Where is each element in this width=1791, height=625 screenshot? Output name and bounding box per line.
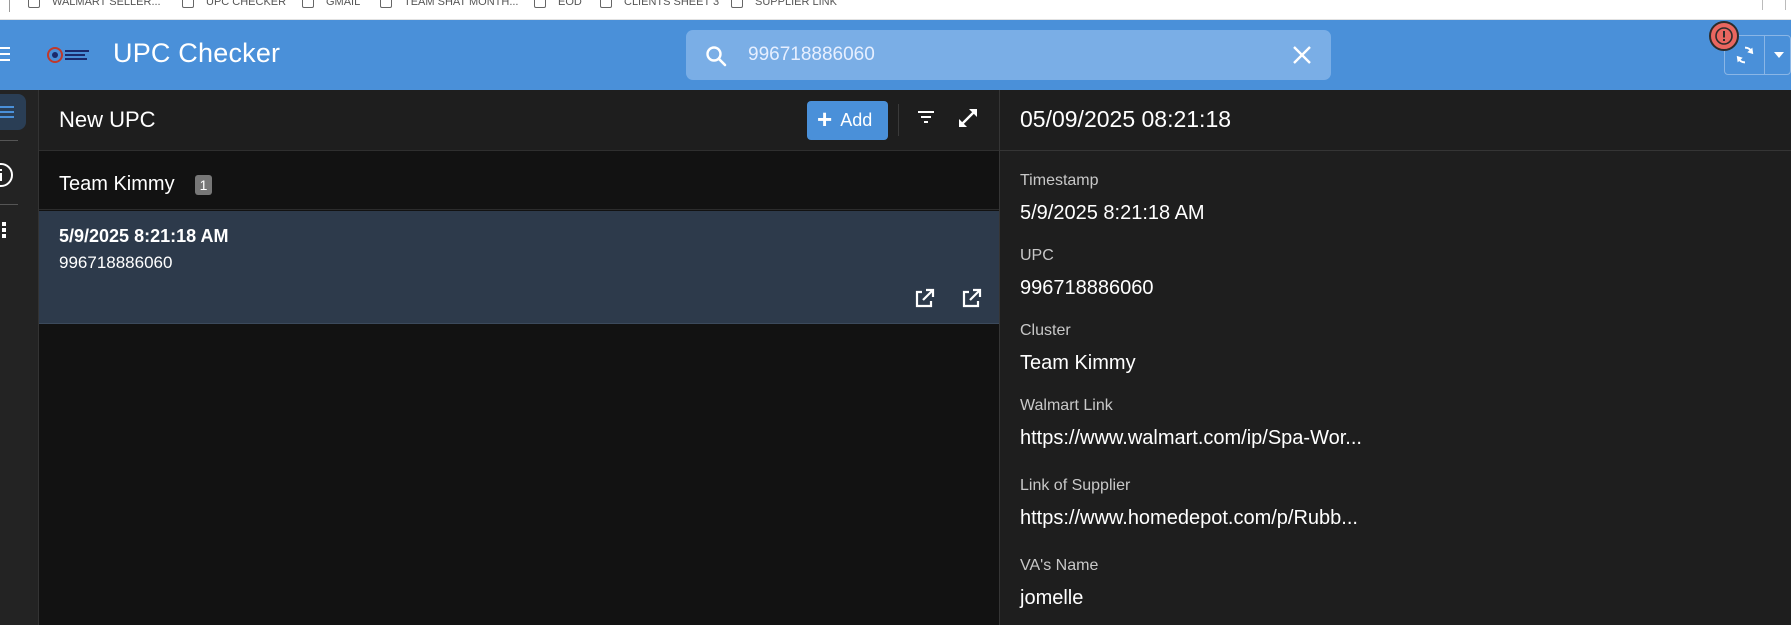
detail-panel: 05/09/2025 08:21:18 Timestamp 5/9/2025 8… <box>999 90 1791 625</box>
company-logo-icon <box>46 42 94 68</box>
nav-info[interactable] <box>0 162 14 193</box>
open-supplier-link-icon[interactable] <box>959 287 983 311</box>
bookmark-upc-checker[interactable]: UPC CHECKER <box>182 0 286 10</box>
bookmark-label: EOD <box>558 0 582 8</box>
field-label-supplier-link: Link of Supplier <box>1020 477 1131 494</box>
group-header[interactable]: Team Kimmy 1 <box>39 152 999 210</box>
bookmark-label: GMAIL <box>326 0 361 8</box>
nav-apps[interactable] <box>0 220 10 245</box>
folder-icon <box>302 0 314 8</box>
field-value-va-name: jomelle <box>1020 587 1084 609</box>
field-label-va-name: VA's Name <box>1020 557 1099 574</box>
alert-icon <box>1715 27 1733 45</box>
supplier-link[interactable]: https://www.homedepot.com/p/Rubb... <box>1020 507 1358 530</box>
list-toolbar: New UPC + Add <box>39 90 999 151</box>
bookmarks-edge <box>1762 0 1763 10</box>
walmart-link[interactable]: https://www.walmart.com/ip/Spa-Wor... <box>1020 427 1362 450</box>
bookmarks-bar: WALMART SELLER... UPC CHECKER GMAIL TEAM… <box>0 0 1791 20</box>
folder-icon <box>182 0 194 8</box>
field-label-timestamp: Timestamp <box>1020 172 1099 189</box>
grid-icon <box>2 222 6 238</box>
list-item-upc: 996718886060 <box>59 253 173 272</box>
bookmark-supplier-link[interactable]: SUPPLIER LINK <box>731 0 837 10</box>
detail-title: 05/09/2025 08:21:18 <box>1020 106 1232 132</box>
plus-icon: + <box>817 104 833 134</box>
list-item[interactable]: 5/9/2025 8:21:18 AM 996718886060 <box>39 211 999 324</box>
list-item-timestamp: 5/9/2025 8:21:18 AM <box>59 226 229 246</box>
bookmark-clients-sheet-3[interactable]: CLIENTS SHEET 3 <box>600 0 719 10</box>
nav-rail <box>0 90 39 625</box>
field-label-cluster: Cluster <box>1020 322 1071 339</box>
add-button[interactable]: + Add <box>807 101 888 140</box>
list-panel: New UPC + Add Team Kimmy 1 5/9/2025 8:21… <box>39 90 999 625</box>
app-header: UPC Checker <box>0 20 1791 90</box>
refresh-icon <box>1736 46 1754 64</box>
bookmark-team-shat-month[interactable]: TEAM SHAT MONTH... <box>380 0 519 10</box>
rail-divider <box>0 204 18 205</box>
field-label-walmart-link: Walmart Link <box>1020 397 1113 414</box>
field-label-upc: UPC <box>1020 247 1054 264</box>
hamburger-menu-icon[interactable] <box>0 47 10 63</box>
group-count-badge: 1 <box>195 175 212 195</box>
open-walmart-link-icon[interactable] <box>912 287 936 311</box>
nav-list-view[interactable] <box>0 94 26 130</box>
folder-icon <box>28 0 40 8</box>
search-input[interactable] <box>748 40 1248 70</box>
bookmark-label: WALMART SELLER... <box>52 0 161 8</box>
group-title: Team Kimmy <box>59 173 175 195</box>
search-bar <box>686 30 1331 80</box>
toolbar-divider <box>898 104 899 136</box>
list-title: New UPC <box>59 107 156 132</box>
bookmark-label: TEAM SHAT MONTH... <box>404 0 519 8</box>
folder-icon <box>600 0 612 8</box>
bookmarks-edge <box>1785 0 1786 10</box>
search-icon <box>706 46 727 67</box>
bookmark-eod[interactable]: EOD <box>534 0 582 10</box>
error-alert-badge[interactable] <box>1709 21 1739 51</box>
field-value-cluster: Team Kimmy <box>1020 352 1136 374</box>
rail-divider <box>0 140 18 141</box>
bookmark-label: CLIENTS SHEET 3 <box>624 0 720 8</box>
bookmark-walmart-seller[interactable]: WALMART SELLER... <box>28 0 161 10</box>
list-icon <box>0 106 14 118</box>
field-value-timestamp: 5/9/2025 8:21:18 AM <box>1020 202 1205 224</box>
bookmarks-divider <box>9 0 10 12</box>
chevron-down-icon <box>1774 52 1784 58</box>
expand-icon[interactable] <box>957 107 979 129</box>
bookmark-label: UPC CHECKER <box>206 0 287 8</box>
info-icon <box>0 163 13 187</box>
field-value-upc: 996718886060 <box>1020 277 1154 299</box>
close-icon[interactable] <box>1291 44 1313 66</box>
folder-icon <box>534 0 546 8</box>
dropdown-button[interactable] <box>1765 36 1791 74</box>
app-title: UPC Checker <box>113 38 281 68</box>
add-button-label: Add <box>840 110 873 130</box>
detail-header: 05/09/2025 08:21:18 <box>1000 90 1791 151</box>
folder-icon <box>731 0 743 8</box>
filter-icon[interactable] <box>917 110 935 124</box>
bookmark-gmail[interactable]: GMAIL <box>302 0 360 10</box>
folder-icon <box>380 0 392 8</box>
bookmark-label: SUPPLIER LINK <box>755 0 837 8</box>
